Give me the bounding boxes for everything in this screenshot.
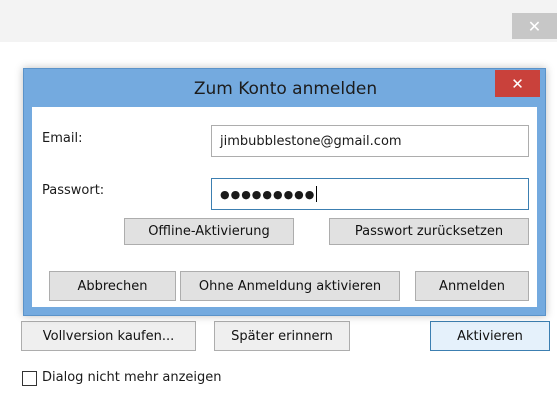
login-button[interactable]: Anmelden <box>415 271 529 301</box>
text-caret <box>316 186 318 202</box>
dialog-close-button[interactable]: ✕ <box>495 70 540 97</box>
remind-later-button[interactable]: Später erinnern <box>214 321 350 351</box>
dialog-title: Zum Konto anmelden <box>193 79 378 99</box>
outer-titlebar: ✕ <box>0 0 557 42</box>
password-label: Passwort: <box>42 183 105 198</box>
activate-button[interactable]: Aktivieren <box>430 321 550 351</box>
offline-activation-label: Offline-Aktivierung <box>148 224 270 239</box>
password-masked-value: ●●●●●●●●● <box>220 187 316 201</box>
activate-without-login-button[interactable]: Ohne Anmeldung aktivieren <box>180 271 400 301</box>
buy-full-version-button[interactable]: Vollversion kaufen... <box>21 321 196 351</box>
password-field[interactable]: ●●●●●●●●● <box>211 178 529 210</box>
reset-password-button[interactable]: Passwort zurücksetzen <box>329 218 529 245</box>
activate-label: Aktivieren <box>457 328 523 344</box>
login-dialog: Zum Konto anmelden ✕ Email: jimbubblesto… <box>23 68 546 316</box>
cancel-button[interactable]: Abbrechen <box>49 271 176 301</box>
reset-password-label: Passwort zurücksetzen <box>354 224 504 239</box>
dont-show-again-checkbox[interactable] <box>22 371 37 386</box>
dialog-body: Email: jimbubblestone@gmail.com Passwort… <box>32 107 537 307</box>
dont-show-again-label[interactable]: Dialog nicht mehr anzeigen <box>42 370 222 385</box>
close-icon: ✕ <box>511 74 524 93</box>
email-value: jimbubblestone@gmail.com <box>220 133 402 149</box>
buy-full-version-label: Vollversion kaufen... <box>42 328 175 344</box>
email-field[interactable]: jimbubblestone@gmail.com <box>211 125 529 157</box>
remind-later-label: Später erinnern <box>231 328 333 344</box>
offline-activation-button[interactable]: Offline-Aktivierung <box>124 218 294 245</box>
email-label: Email: <box>42 131 83 146</box>
activate-without-login-label: Ohne Anmeldung aktivieren <box>198 278 382 294</box>
cancel-label: Abbrechen <box>77 278 148 294</box>
outer-close-button[interactable]: ✕ <box>512 13 557 39</box>
close-icon: ✕ <box>527 16 542 36</box>
login-label: Anmelden <box>439 278 505 294</box>
